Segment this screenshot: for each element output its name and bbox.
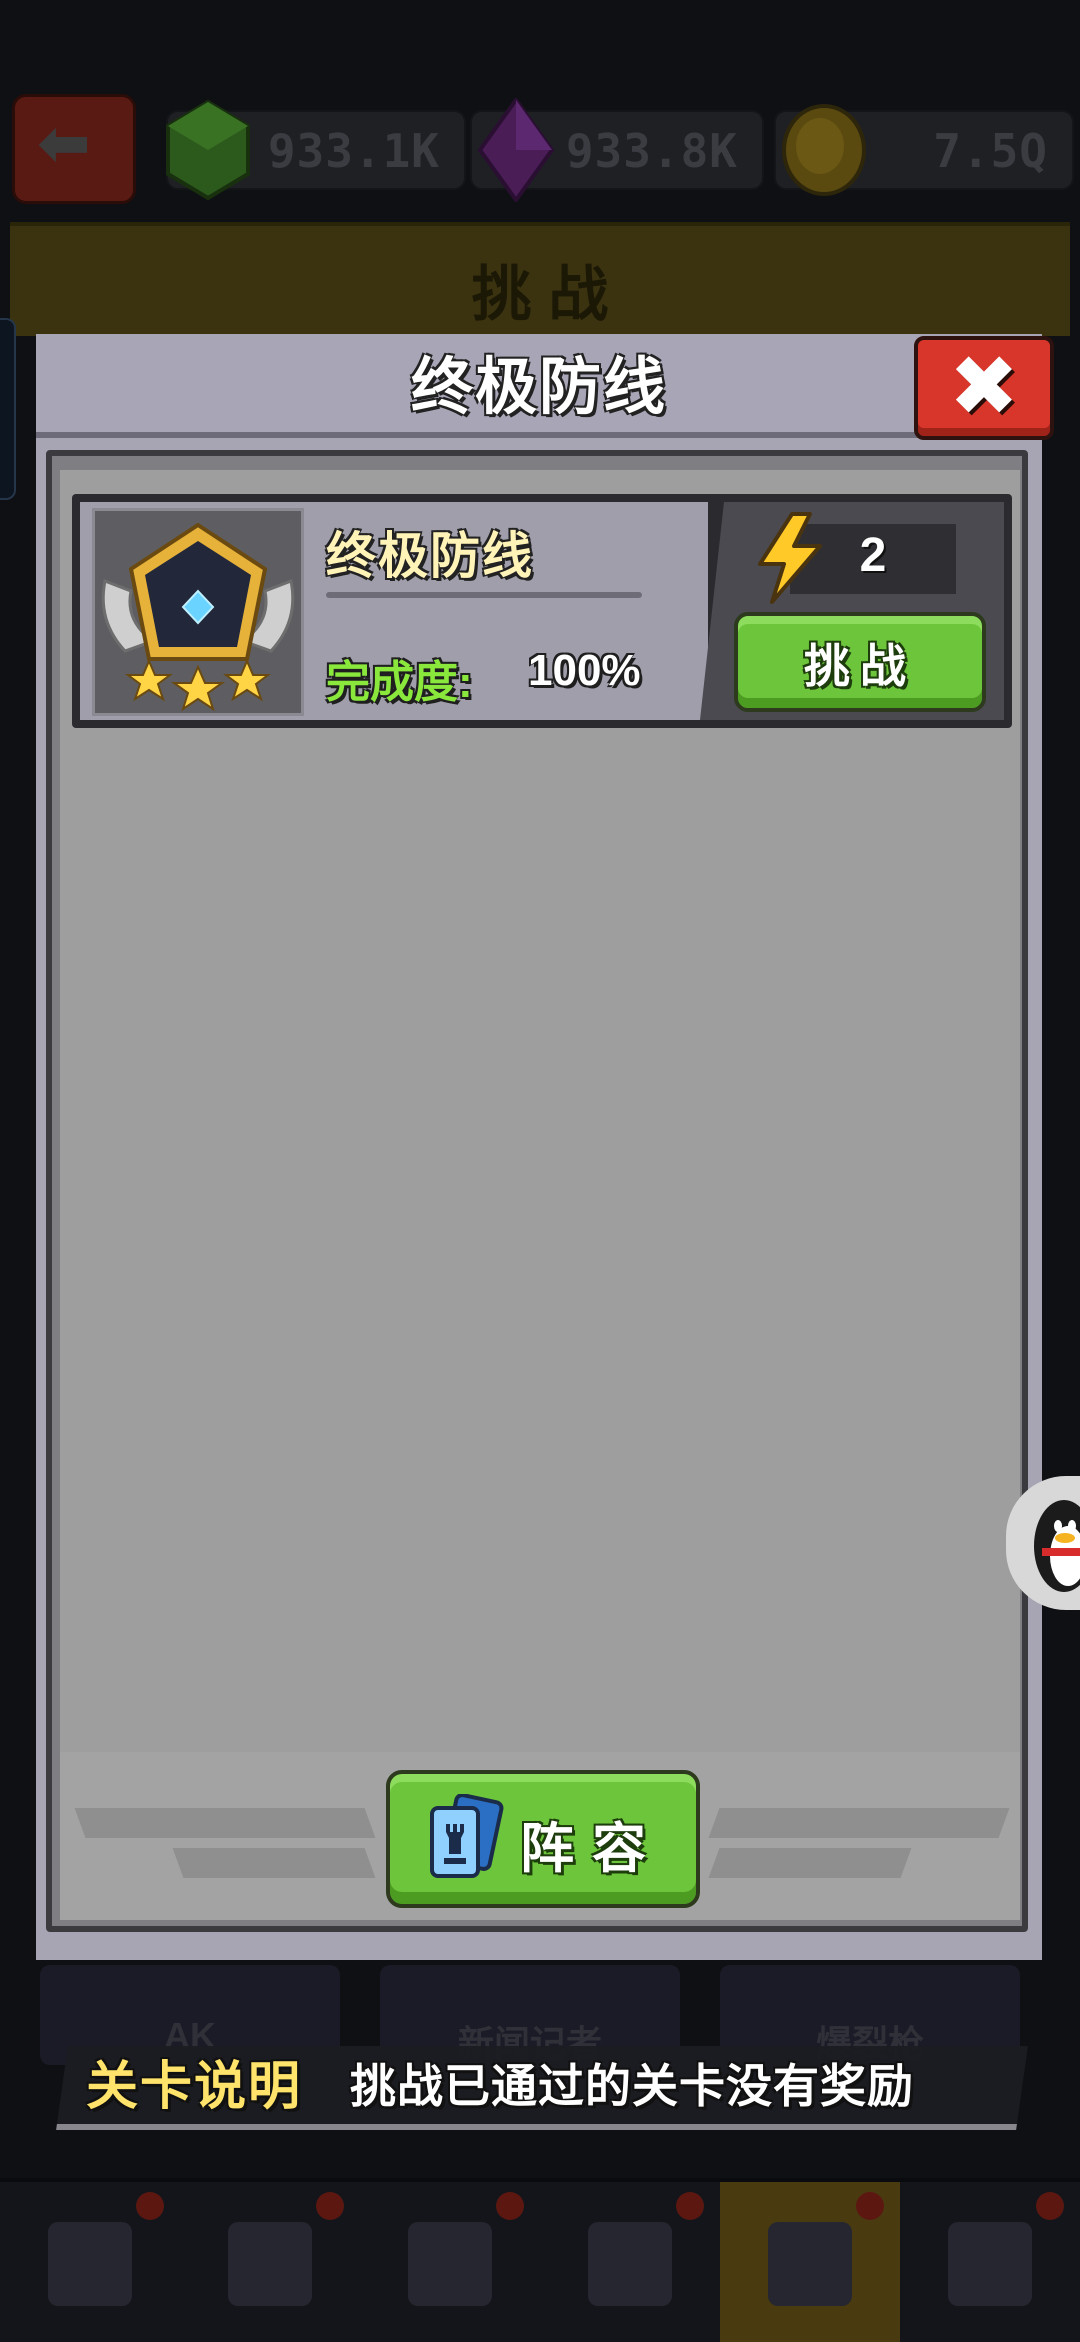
gold-coin-counter: 7.5Q [774, 104, 1074, 196]
swords-icon [768, 2222, 852, 2306]
floating-assistant-button[interactable] [1006, 1476, 1080, 1610]
star-icon [125, 658, 173, 702]
notification-dot [856, 2192, 884, 2220]
green-gem-icon [166, 99, 250, 201]
level-badge [92, 508, 304, 716]
trophy-icon [48, 2222, 132, 2306]
lightning-icon [758, 512, 822, 604]
book-icon [588, 2222, 672, 2306]
shop-icon [948, 2222, 1032, 2306]
section-header: 挑 战 [10, 222, 1070, 336]
notification-dot [496, 2192, 524, 2220]
purple-crystal-value: 933.8K [565, 124, 738, 178]
footer-rail-left-lower [172, 1848, 376, 1878]
nav-shop[interactable] [900, 2182, 1080, 2342]
lineup-button[interactable]: 阵容 [386, 1770, 700, 1908]
section-title: 挑 战 [471, 261, 609, 328]
pistol-icon [408, 2222, 492, 2306]
tip-title: 关卡说明 [86, 2058, 303, 2116]
lineup-label: 阵容 [520, 1819, 664, 1879]
nav-book[interactable] [540, 2182, 720, 2342]
notification-dot [316, 2192, 344, 2220]
progress-label: 完成度: [326, 658, 473, 707]
star-icon [223, 658, 271, 702]
back-button[interactable]: ⬅ [12, 94, 136, 204]
star-icon [170, 664, 226, 712]
tip-text: 挑战已通过的关卡没有奖励 [350, 2060, 914, 2112]
gold-coin-icon [782, 104, 866, 196]
shield-badge-icon [101, 522, 295, 712]
footer-rail-left [74, 1808, 376, 1838]
nav-team[interactable] [180, 2182, 360, 2342]
notification-dot [1036, 2192, 1064, 2220]
level-name: 终极防线 [326, 528, 534, 584]
purple-crystal-icon [477, 98, 555, 202]
side-handle[interactable] [0, 318, 16, 500]
notification-dot [136, 2192, 164, 2220]
penguin-icon [1034, 1500, 1080, 1592]
challenge-label: 挑战 [804, 640, 916, 692]
team-icon [228, 2222, 312, 2306]
cards-icon [430, 1794, 504, 1878]
close-icon: ✖ [948, 339, 1020, 433]
nav-battle[interactable] [720, 2182, 900, 2342]
challenge-button[interactable]: 挑战 [734, 612, 986, 712]
back-arrow-icon: ⬅ [37, 107, 91, 179]
close-button[interactable]: ✖ [914, 336, 1054, 440]
green-gem-counter: 933.1K [166, 99, 466, 201]
footer-rail-right [708, 1808, 1010, 1838]
purple-crystal-counter: 933.8K [470, 98, 764, 202]
bottom-nav [0, 2178, 1080, 2342]
progress-value: 100% [528, 646, 641, 695]
footer-rail-right-lower [708, 1848, 912, 1878]
gold-coin-value: 7.5Q [933, 124, 1048, 178]
nav-trophy[interactable] [0, 2182, 180, 2342]
level-divider [326, 592, 642, 598]
nav-weapons[interactable] [360, 2182, 540, 2342]
notification-dot [676, 2192, 704, 2220]
modal-title: 终极防线 [410, 353, 667, 422]
green-gem-value: 933.1K [267, 124, 440, 178]
